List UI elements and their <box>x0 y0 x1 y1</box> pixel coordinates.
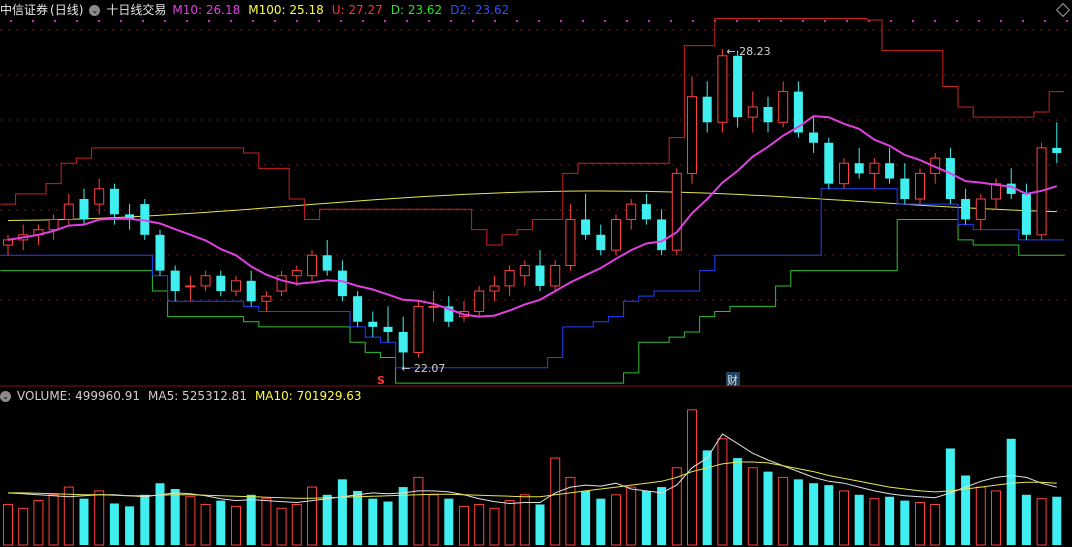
vol-ma10-line <box>8 461 1057 499</box>
volume-bar <box>854 494 864 545</box>
volume-bar <box>63 486 74 546</box>
volume-bar <box>763 471 773 545</box>
volume-bar <box>276 507 287 546</box>
volume-bar <box>900 500 910 545</box>
volume-bar <box>33 500 44 546</box>
volume-bar <box>809 483 819 545</box>
vol-ma5-line <box>7 433 1057 505</box>
volume-bar <box>383 501 393 545</box>
volume-bar <box>444 498 454 545</box>
volume-bar <box>778 476 789 546</box>
volume-bar <box>322 494 332 545</box>
volume-bar <box>869 498 880 546</box>
volume-bar <box>291 503 302 546</box>
volume-bar <box>1036 498 1047 546</box>
volume-bar <box>1021 494 1031 545</box>
volume-bar <box>231 505 241 546</box>
volume-bar <box>535 504 545 545</box>
volume-bar <box>550 457 561 546</box>
volume-bar <box>155 483 165 545</box>
volume-bar <box>975 486 986 546</box>
volume-bar <box>839 490 849 546</box>
volume-bar <box>793 479 803 545</box>
volume-bar <box>930 503 941 546</box>
volume-bar <box>747 467 758 546</box>
volume-bar <box>125 506 135 545</box>
volume-bar <box>885 496 895 545</box>
volume-bar <box>474 503 485 546</box>
volume-bar <box>626 486 637 546</box>
volume-bar <box>657 487 667 545</box>
volume-bar <box>353 490 363 545</box>
volume-bar <box>459 505 469 546</box>
volume-bar <box>581 490 591 545</box>
volume-bar <box>216 500 226 545</box>
volume-bar <box>337 479 347 545</box>
volume-bar <box>717 438 728 546</box>
volume-bar <box>596 498 606 545</box>
volume-bar <box>489 507 500 546</box>
volume-bar <box>702 450 712 545</box>
volume-bar <box>991 490 1001 546</box>
volume-bar <box>18 507 29 546</box>
volume-bar <box>1052 496 1062 545</box>
volume-bar <box>413 476 424 546</box>
volume-bar <box>307 486 317 546</box>
volume-bar <box>915 502 925 546</box>
volume-bar <box>945 448 955 545</box>
volume-bar <box>504 500 515 546</box>
volume-bar <box>428 494 439 546</box>
volume-bar <box>261 498 272 546</box>
volume-bar <box>733 458 743 545</box>
volume-bar <box>185 496 196 546</box>
volume-bar <box>671 467 682 546</box>
volume-bar <box>109 503 119 545</box>
volume-bar <box>79 498 89 545</box>
volume-bar <box>170 489 180 545</box>
volume-bar <box>48 494 59 546</box>
volume-bar <box>368 498 378 545</box>
volume-bar <box>611 494 621 546</box>
volume-bar <box>200 503 211 546</box>
volume-bar <box>94 490 105 546</box>
volume-bar <box>3 503 13 546</box>
volume-bar <box>140 494 150 545</box>
volume-bar <box>687 409 697 546</box>
volume-chart-svg <box>3 409 1062 546</box>
volume-bar <box>641 490 651 545</box>
volume-bar <box>824 485 834 545</box>
volume-bar <box>1006 438 1016 545</box>
stock-chart-window: 中信证券 (日线) ⌄ 十日线交易 M10: 26.18 M100: 25.18 U… <box>0 0 1072 547</box>
volume-bar <box>246 494 256 545</box>
